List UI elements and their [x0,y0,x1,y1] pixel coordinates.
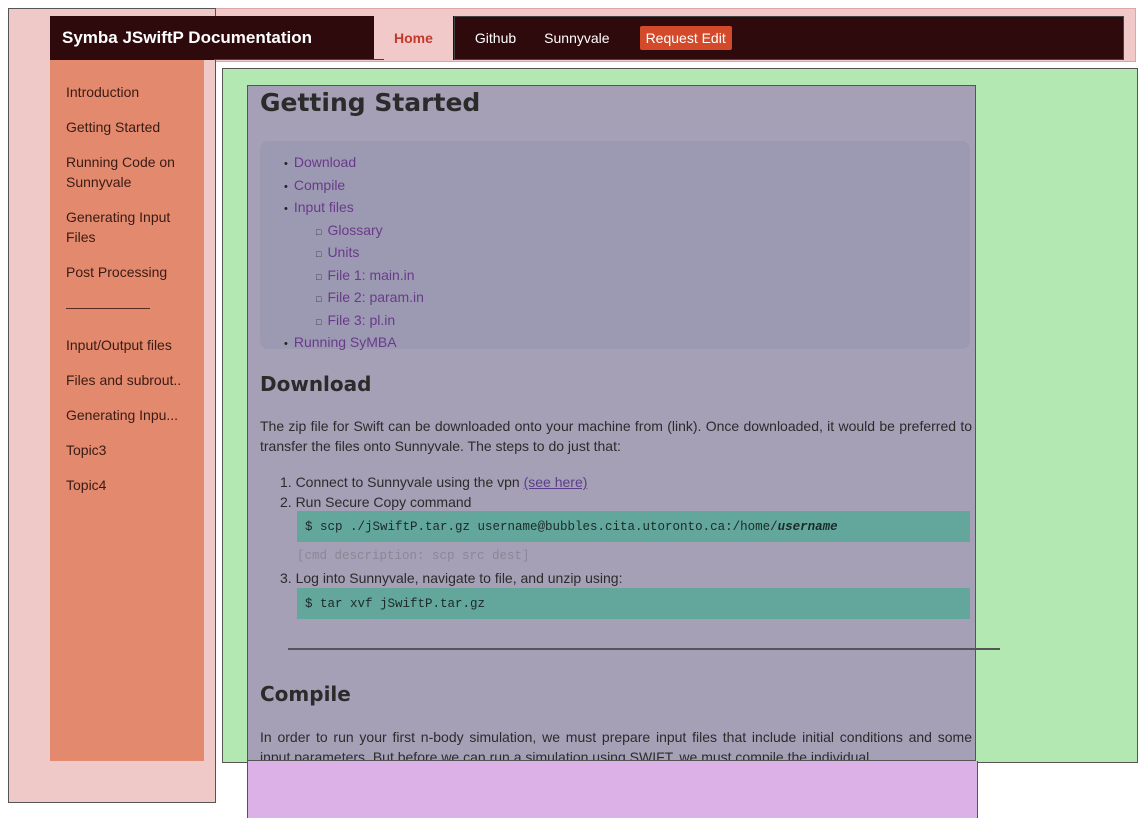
download-step-3: 3. Log into Sunnyvale, navigate to file,… [280,570,623,586]
download-intro: The zip file for Swift can be downloaded… [260,418,972,454]
request-edit-button[interactable]: Request Edit [639,26,732,50]
scp-code-block[interactable]: $ scp ./jSwiftP.tar.gz username@bubbles.… [297,511,970,542]
sidebar: Introduction Getting Started Running Cod… [50,60,204,761]
toc-link-file3[interactable]: File 3: pl.in [316,310,970,333]
nav-link-github[interactable]: Github [461,16,530,60]
doc-content: Getting Started Download Compile Input f… [247,85,976,761]
sidebar-item-generating-input[interactable]: Generating Input Files [66,207,196,247]
toc-link-glossary[interactable]: Glossary [316,220,970,243]
section-divider-line [288,648,1000,650]
sidebar-item-running-code[interactable]: Running Code on Sunnyvale [66,152,196,192]
cmd-description: [cmd description: scp src dest] [297,549,530,563]
nav-link-home[interactable]: Home [374,16,453,60]
tar-code-block[interactable]: $ tar xvf jSwiftP.tar.gz [297,588,970,619]
toc-link-file2[interactable]: File 2: param.in [316,287,970,310]
table-of-contents: Download Compile Input files Glossary Un… [260,141,970,350]
sidebar-divider [66,308,150,309]
compile-text: In order to run your first n-body simula… [260,729,972,761]
toc-link-input-files[interactable]: Input files [284,197,970,220]
site-brand[interactable]: Symba JSwiftP Documentation [62,28,312,48]
sidebar-item-getting-started[interactable]: Getting Started [66,117,196,137]
compile-heading: Compile [260,682,351,706]
sidebar-item-topic4[interactable]: Topic4 [66,475,196,495]
sidebar-item-post-processing[interactable]: Post Processing [66,262,196,282]
sidebar-item-introduction[interactable]: Introduction [66,82,196,102]
scp-username: username [777,519,838,534]
doc-overflow-box [247,761,978,818]
sidebar-item-topic3[interactable]: Topic3 [66,440,196,460]
sidebar-item-files-subroutines[interactable]: Files and subrout.. [66,370,196,390]
toc-link-file1[interactable]: File 1: main.in [316,265,970,288]
page: Symba JSwiftP Documentation Home Github … [0,0,1140,818]
page-title: Getting Started [260,88,481,117]
download-heading: Download [260,372,372,396]
sidebar-item-io-files[interactable]: Input/Output files [66,335,196,355]
nav-link-sunnyvale[interactable]: Sunnyvale [530,16,623,60]
sidebar-item-generating-inpu[interactable]: Generating Inpu... [66,405,196,425]
top-navbar: Symba JSwiftP Documentation Home Github … [50,16,1124,60]
scp-command: $ scp ./jSwiftP.tar.gz username@bubbles.… [305,519,778,534]
toc-link-compile[interactable]: Compile [284,175,970,198]
toc-link-units[interactable]: Units [316,242,970,265]
toc-link-download[interactable]: Download [284,152,970,175]
toc-link-running-symba[interactable]: Running SyMBA [284,332,970,355]
download-step-1: 1. Connect to Sunnyvale using the vpn (s… [280,472,587,492]
tar-command: $ tar xvf jSwiftP.tar.gz [305,596,486,611]
download-step-1-text: 1. Connect to Sunnyvale using the vpn [280,474,524,490]
see-here-link[interactable]: (see here) [524,474,588,490]
download-step-2: 2. Run Secure Copy command [280,494,472,510]
